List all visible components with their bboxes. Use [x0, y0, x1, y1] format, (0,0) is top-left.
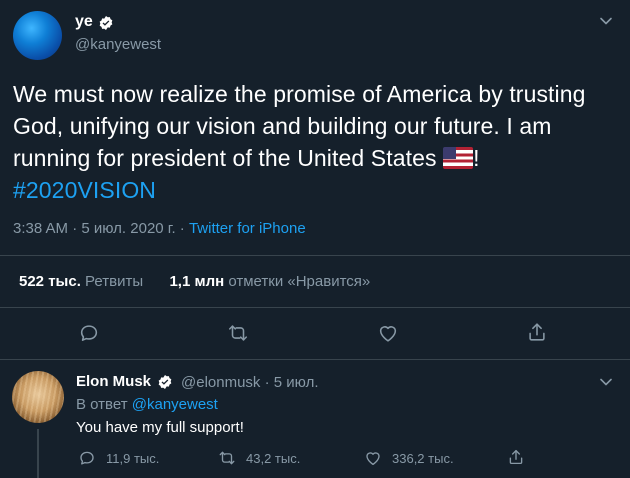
divider [0, 359, 630, 360]
reply-replies-action[interactable]: 11,9 тыс. [78, 449, 159, 467]
likes-stat[interactable]: 1,1 млн отметки «Нравится» [169, 273, 370, 290]
author-name[interactable]: ye [75, 13, 93, 31]
retweets-stat[interactable]: 522 тыс. Ретвиты [19, 273, 143, 290]
retweets-count: 522 тыс. [19, 273, 81, 290]
tweet-text: We must now realize the promise of Ameri… [13, 78, 618, 206]
author-handle[interactable]: @kanyewest [75, 36, 161, 53]
thread-line [37, 429, 39, 478]
retweets-label: Ретвиты [85, 273, 144, 290]
chevron-down-icon[interactable] [599, 14, 613, 28]
reply-icon[interactable] [78, 322, 100, 344]
hashtag-link[interactable]: #2020VISION [13, 177, 156, 203]
chevron-down-icon[interactable] [599, 375, 613, 389]
share-icon[interactable] [507, 448, 525, 466]
us-flag-emoji [443, 147, 474, 169]
heart-icon [366, 452, 380, 466]
reply-retweets-action[interactable]: 43,2 тыс. [218, 449, 300, 467]
reply-text: You have my full support! [76, 419, 244, 436]
reply-to-line: В ответ @kanyewest [76, 396, 218, 413]
reply-author-avatar[interactable] [12, 371, 64, 423]
reply-to-prefix: В ответ [76, 396, 132, 413]
tweet-body: We must now realize the promise of Ameri… [13, 81, 586, 171]
retweet-icon [219, 451, 235, 465]
share-icon[interactable] [526, 321, 548, 343]
reply-retweets-count: 43,2 тыс. [246, 450, 301, 466]
reply-icon [80, 451, 94, 465]
tweet-stats: 522 тыс. Ретвиты 1,1 млн отметки «Нравит… [19, 273, 370, 290]
tweet-timestamp[interactable]: 3:38 AM · 5 июл. 2020 г. · [13, 220, 189, 237]
likes-count: 1,1 млн [169, 273, 225, 290]
reply-author-handle[interactable]: @elonmusk · 5 июл. [181, 374, 318, 391]
heart-icon[interactable] [377, 322, 399, 344]
likes-label: отметки «Нравится» [228, 273, 371, 290]
reply-replies-count: 11,9 тыс. [106, 450, 160, 466]
reply-author-name[interactable]: Elon Musk [76, 373, 151, 390]
tweet-body-after-flag: ! [473, 145, 480, 171]
tweet-meta: 3:38 AM · 5 июл. 2020 г. · Twitter for i… [13, 220, 306, 237]
divider [0, 255, 630, 256]
tweet-source-link[interactable]: Twitter for iPhone [189, 220, 306, 237]
divider [0, 307, 630, 308]
reply-to-handle[interactable]: @kanyewest [132, 396, 218, 413]
author-avatar[interactable] [13, 11, 62, 60]
reply-likes-action[interactable]: 336,2 тыс. [364, 449, 454, 467]
reply-likes-count: 336,2 тыс. [392, 450, 454, 466]
verified-badge-icon [157, 374, 173, 390]
retweet-icon[interactable] [227, 322, 249, 344]
verified-badge-icon [98, 15, 114, 31]
